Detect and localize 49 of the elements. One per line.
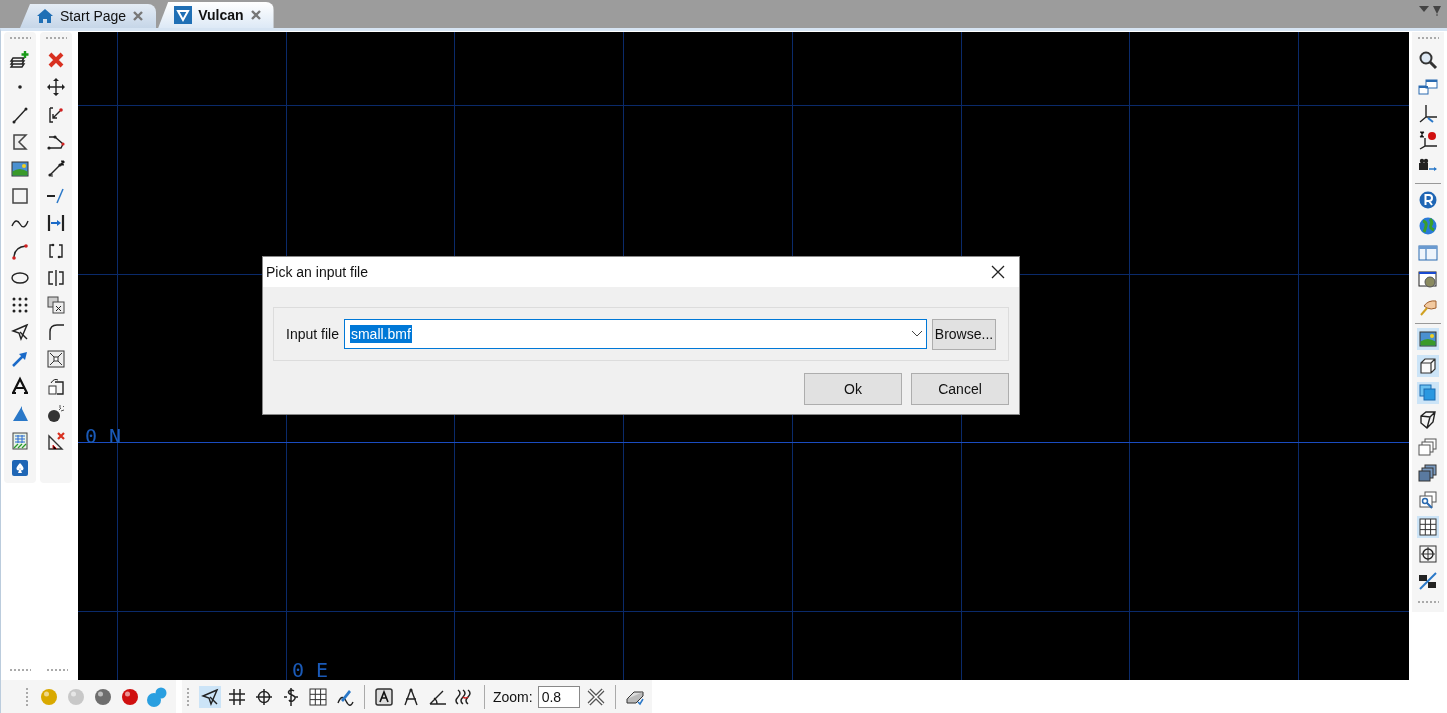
window-gear-icon[interactable] [1417,268,1439,291]
toolbar-grip[interactable] [25,686,29,707]
ok-button[interactable]: Ok [804,373,902,405]
stacked-windows-icon[interactable] [1417,435,1439,458]
toolbar-grip[interactable] [46,668,69,672]
zoom-field[interactable]: 0.8 [537,685,580,708]
spade-icon[interactable] [9,457,31,479]
grid-icon[interactable] [1417,515,1439,538]
cube-icon[interactable] [1417,355,1439,378]
axes-ball-icon[interactable] [1417,129,1439,152]
file-combo-box[interactable]: small.bmf [343,319,927,349]
image-icon[interactable] [1417,328,1439,351]
triangle-delete-icon[interactable] [45,429,67,452]
zoom-label: Zoom: [493,688,533,705]
camera-off-icon[interactable] [1417,569,1439,592]
grid-sheet-icon[interactable] [9,429,31,452]
text-box-icon[interactable] [373,685,395,708]
move-icon[interactable] [45,76,67,99]
material-spheres-icon[interactable] [147,687,167,707]
toolbar-grip[interactable] [8,668,31,672]
document-tab[interactable]: Vulcan [158,2,274,28]
axes-icon[interactable] [1417,102,1439,125]
field-label: Input file [286,326,339,342]
pointer-icon[interactable] [199,685,221,708]
bomb-icon[interactable] [45,402,67,425]
target-icon[interactable] [1417,542,1439,565]
chevron-down-icon[interactable] [912,331,922,337]
grid-icon[interactable] [307,685,329,708]
expand-icon[interactable] [45,348,67,371]
axis-label: 0 E [292,658,329,680]
toolbar-grip[interactable] [186,686,190,707]
layers-icon[interactable] [1417,381,1439,404]
dropdown-icon[interactable] [1419,6,1429,12]
toolbar-grip[interactable] [1417,36,1439,40]
material-sphere-icon[interactable] [95,688,111,705]
triangle-logo-icon [174,6,193,24]
copy-icon[interactable] [45,293,67,316]
pin-icon[interactable] [1433,6,1441,16]
material-sphere-icon[interactable] [122,688,138,705]
cancel-button[interactable]: Cancel [911,373,1009,405]
dialog-title: Pick an input file [266,264,368,280]
stacked-panels-icon[interactable] [1417,462,1439,485]
wireframe-cube-icon[interactable] [1417,408,1439,431]
document-tab[interactable]: Start Page [20,4,157,28]
toolbar-grip[interactable] [45,36,67,40]
toolbar-grip[interactable] [9,36,31,40]
browse-button[interactable]: Browse... [932,318,996,350]
close-icon[interactable] [991,265,1005,279]
home-icon [36,8,54,24]
